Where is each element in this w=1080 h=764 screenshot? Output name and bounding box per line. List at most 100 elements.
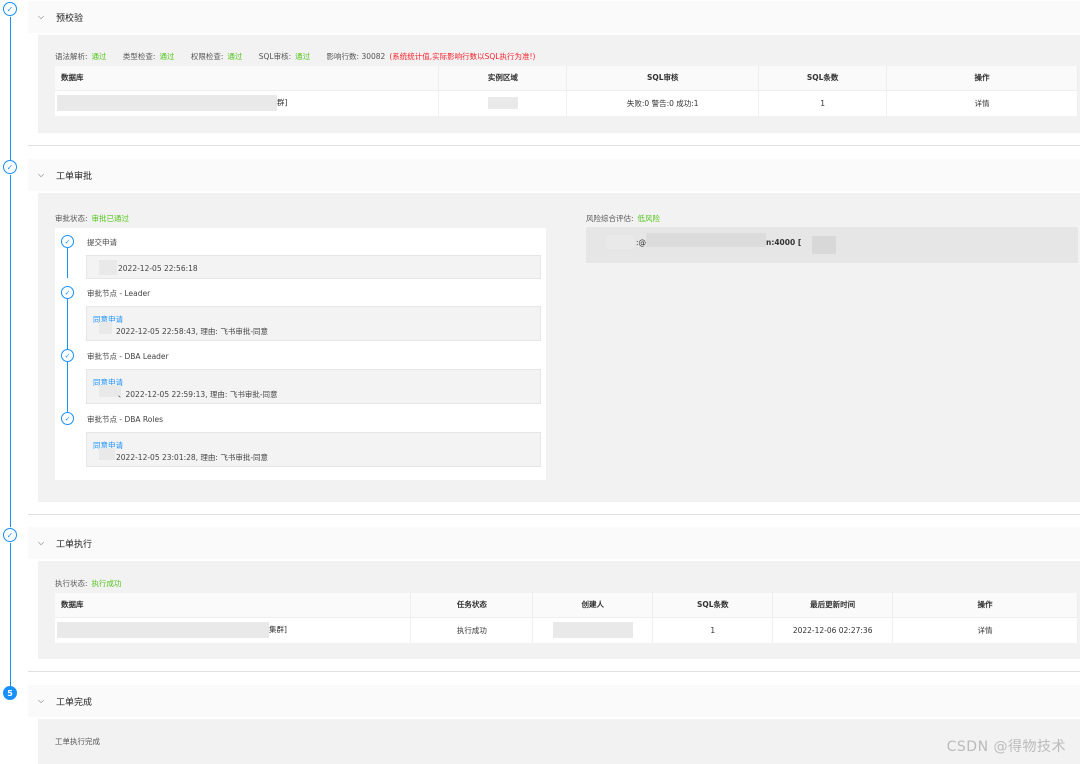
risk-detail-box: :@ n:4000 [ <box>586 227 1078 263</box>
affected-rows: 影响行数: 30082 <box>326 52 386 61</box>
section-divider <box>28 671 1080 672</box>
chevron-down-icon: ⌵ <box>38 538 45 547</box>
column-header: 创建人 <box>532 593 654 618</box>
timeline-line <box>10 175 11 527</box>
precheck-body: 语法解析: 通过 类型检查: 通过 权限检查: 通过 SQL审核: 通过 影响行数: 3… <box>38 35 1080 133</box>
approval-header[interactable]: ⌵ 工单审批 <box>28 159 1080 191</box>
step-done-icon: ✓ <box>3 160 17 174</box>
step-done-icon: ✓ <box>3 2 17 16</box>
status-label: 语法解析: <box>55 52 88 61</box>
step-done-icon: ✓ <box>61 235 74 248</box>
detail-link[interactable]: 详情 <box>892 617 1078 643</box>
status-label: 执行状态: <box>55 579 88 588</box>
risk-status: 风险综合评估: 低风险 <box>586 213 664 224</box>
step-detail-box: 同意申请 2022-12-05 22:58:43, 理由: 飞书审批-同意 <box>86 306 541 341</box>
risk-value: 低风险 <box>637 214 661 223</box>
step-done-icon: ✓ <box>3 528 17 542</box>
precheck-status: 语法解析: 通过 类型检查: 通过 权限检查: 通过 SQL审核: 通过 影响行数: 3… <box>55 51 539 62</box>
audit-cell: 失败:0 警告:0 成功:1 <box>566 90 760 116</box>
flow-line <box>67 362 68 412</box>
execution-status: 执行状态: 执行成功 <box>55 578 126 589</box>
redacted <box>57 95 277 112</box>
step-detail: 2022-12-05 23:01:28, 理由: 飞书审批-同意 <box>116 453 269 462</box>
precheck-table: 数据库 实例区域 SQL审核 SQL条数 操作 群] 失败:0 警告:0 成功:… <box>55 66 1078 116</box>
approval-flow: ✓ 提交申请 2022-12-05 22:56:18 ✓ 审批节点 - Lead… <box>55 228 546 480</box>
completion-text: 工单执行完成 <box>55 737 100 746</box>
section-divider <box>28 514 1080 515</box>
detail-link[interactable]: 详情 <box>886 90 1078 116</box>
step-name: 提交申请 <box>87 238 117 247</box>
column-header: SQL审核 <box>566 66 760 91</box>
step-detail-box: 2022-12-05 22:56:18 <box>86 255 541 279</box>
count-cell: 1 <box>652 617 774 643</box>
chevron-down-icon: ⌵ <box>38 12 45 21</box>
status-value: 执行成功 <box>91 579 122 588</box>
step-name: 审批节点 - Leader <box>87 289 151 298</box>
step-detail-box: 同意申请 、2022-12-05 22:59:13, 理由: 飞书审批-同意 <box>86 369 541 404</box>
risk-label: 风险综合评估: <box>586 214 634 223</box>
region-cell <box>438 90 568 116</box>
column-header: 数据库 <box>55 593 412 618</box>
status-value: 通过 <box>227 52 243 61</box>
status-value: 通过 <box>159 52 175 61</box>
creator-cell <box>532 617 654 643</box>
step-done-icon: ✓ <box>61 412 74 425</box>
column-header: SQL条数 <box>758 66 888 91</box>
step-name: 审批节点 - DBA Leader <box>87 352 169 361</box>
status-value: 审批已通过 <box>91 214 130 223</box>
redacted <box>99 322 112 334</box>
redacted <box>57 622 269 639</box>
redacted <box>646 233 766 247</box>
flow-line <box>67 299 68 349</box>
timeline-line <box>10 17 11 167</box>
section-title: 工单完成 <box>56 697 93 708</box>
execution-body: 执行状态: 执行成功 数据库 任务状态 创建人 SQL条数 最后更新时间 操作 集… <box>38 561 1080 659</box>
column-header: 实例区域 <box>438 66 568 91</box>
count-cell: 1 <box>758 90 888 116</box>
step-detail: 2022-12-05 22:56:18 <box>118 264 198 273</box>
step-done-icon: ✓ <box>61 286 74 299</box>
redacted <box>606 235 634 249</box>
chevron-down-icon: ⌵ <box>38 170 45 179</box>
execution-header[interactable]: ⌵ 工单执行 <box>28 527 1080 559</box>
redacted <box>99 260 117 275</box>
step-done-icon: ✓ <box>61 349 74 362</box>
step-detail: 、2022-12-05 22:59:13, 理由: 飞书审批-同意 <box>118 390 278 399</box>
status-label: SQL审核: <box>258 52 292 61</box>
risk-fragment: n:4000 [ <box>766 238 802 247</box>
flow-line <box>67 248 68 278</box>
status-label: 类型检查: <box>122 52 156 61</box>
redacted <box>812 236 836 254</box>
approval-status: 审批状态: 审批已通过 <box>55 213 133 224</box>
timeline-line <box>10 543 11 686</box>
status-value: 通过 <box>295 52 311 61</box>
precheck-header[interactable]: ⌵ 预校验 <box>28 1 1080 33</box>
column-header: 最后更新时间 <box>772 593 894 618</box>
column-header: 操作 <box>886 66 1078 91</box>
completion-header[interactable]: ⌵ 工单完成 <box>28 685 1080 717</box>
task-status-cell: 执行成功 <box>410 617 534 643</box>
updated-cell: 2022-12-06 02:27:36 <box>772 617 894 643</box>
completion-body: 工单执行完成 <box>38 719 1080 764</box>
step-detail: 2022-12-05 22:58:43, 理由: 飞书审批-同意 <box>116 327 269 336</box>
watermark: CSDN @得物技术 <box>946 739 1066 755</box>
section-title: 工单执行 <box>56 539 93 550</box>
redacted <box>487 97 518 110</box>
affected-rows-note: (系统统计值,实际影响行数以SQL执行为准!) <box>389 52 536 61</box>
step-5-badge: 5 <box>3 686 17 700</box>
column-header: 任务状态 <box>410 593 534 618</box>
execution-table: 数据库 任务状态 创建人 SQL条数 最后更新时间 操作 集群] 执行成功 1 … <box>55 593 1078 643</box>
chevron-down-icon: ⌵ <box>38 696 45 705</box>
column-header: 数据库 <box>55 66 440 91</box>
section-title: 预校验 <box>56 13 84 24</box>
redacted <box>552 622 633 639</box>
status-label: 审批状态: <box>55 214 88 223</box>
status-value: 通过 <box>91 52 107 61</box>
step-detail-box: 同意申请 2022-12-05 23:01:28, 理由: 飞书审批-同意 <box>86 432 541 467</box>
risk-fragment: :@ <box>636 238 647 247</box>
status-label: 权限检查: <box>190 52 224 61</box>
column-header: 操作 <box>892 593 1078 618</box>
database-cell: 集群] <box>55 617 412 643</box>
section-divider <box>28 145 1080 146</box>
redacted <box>99 448 115 460</box>
